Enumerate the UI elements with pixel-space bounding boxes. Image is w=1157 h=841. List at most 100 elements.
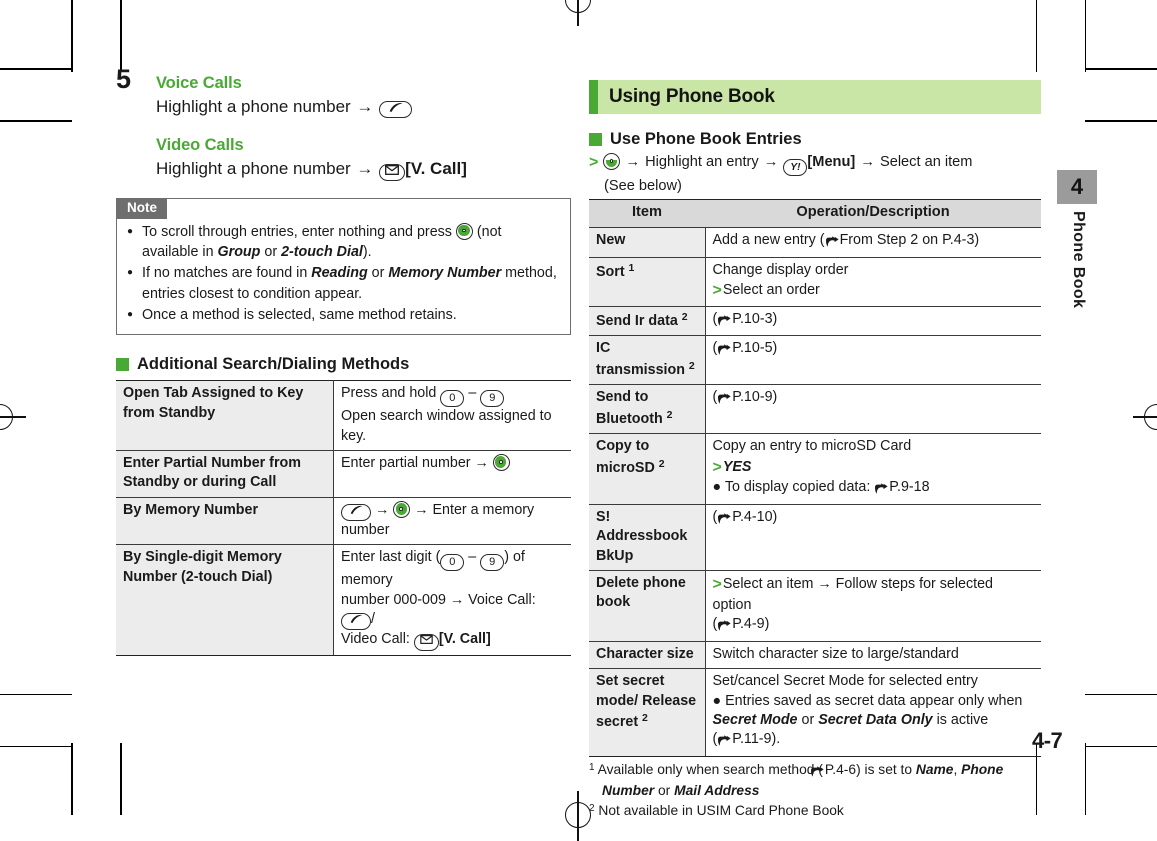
footnote-marker: 2 bbox=[663, 408, 673, 421]
video-calls-instruction: Highlight a phone number → [V. Call] bbox=[156, 157, 571, 182]
call-key-icon bbox=[341, 613, 371, 631]
menu-item-label: Sort bbox=[596, 263, 625, 280]
menu-description-cell: (P.10-9) bbox=[705, 384, 1041, 435]
menu-item-cell: Send Ir data 2 bbox=[589, 306, 706, 337]
method-description-cell: Press and hold 0 – 9 Open search window a… bbox=[333, 380, 571, 452]
video-calls-text: Highlight a phone number bbox=[156, 159, 351, 179]
table-row: By Single-digit Memory Number (2-touch D… bbox=[116, 544, 571, 657]
menu-description-cell: Add a new entry (From Step 2 on P.4-3) bbox=[705, 227, 1041, 258]
menu-item-label: Send to Bluetooth bbox=[596, 389, 663, 427]
page-reference-hand-icon bbox=[717, 617, 732, 636]
voice-calls-heading: Voice Calls bbox=[156, 74, 242, 92]
column-header-operation: Operation/Description bbox=[705, 199, 1041, 229]
menu-item-label: Send Ir data bbox=[596, 312, 678, 329]
voice-calls-text: Highlight a phone number bbox=[156, 97, 351, 117]
voice-calls-instruction: Highlight a phone number → bbox=[156, 95, 571, 120]
method-description-cell: → → Enter a memory number bbox=[333, 497, 571, 546]
note-box: Note To scroll through entries, enter no… bbox=[116, 197, 571, 336]
table-row: Character size Switch character size to l… bbox=[589, 641, 1041, 670]
description-line: → → Enter a memory number bbox=[341, 500, 564, 540]
emphasis-text: 2-touch Dial bbox=[281, 243, 363, 260]
text-run: Switch character size to large/standard bbox=[712, 645, 959, 662]
text-run: Add a new entry ( bbox=[712, 232, 825, 249]
table-row: Send to Bluetooth 2 (P.10-9) bbox=[589, 384, 1041, 435]
emphasis-text: Secret Data Only bbox=[818, 711, 933, 728]
menu-item-label: Copy to microSD bbox=[596, 438, 655, 476]
page-reference-hand-icon bbox=[718, 513, 731, 524]
page-reference-hand-icon bbox=[875, 483, 888, 495]
emphasis-text: Reading bbox=[311, 265, 368, 282]
page-reference-hand-icon bbox=[717, 510, 732, 529]
description-line: Secret Mode or Secret Data Only is activ… bbox=[713, 711, 1035, 730]
emphasis-text: Name bbox=[915, 761, 954, 777]
right-column: Using Phone Book Use Phone Book Entries … bbox=[589, 80, 1041, 822]
table-row: Enter Partial Number from Standby or dur… bbox=[116, 450, 571, 498]
mail-key-icon bbox=[413, 634, 439, 652]
additional-methods-heading: Additional Search/Dialing Methods bbox=[116, 355, 571, 374]
yahoo-menu-key-icon: Y! bbox=[783, 159, 808, 176]
table-row: Sort 1 Change display order >Select an ord… bbox=[589, 257, 1041, 307]
crop-mark-bottom-right-h2 bbox=[1085, 693, 1157, 695]
page-number: 4-7 bbox=[1032, 728, 1063, 753]
text-run: Open search window assigned to key. bbox=[341, 408, 552, 444]
crop-mark-top-left-h2 bbox=[0, 120, 72, 122]
text-run: P.11-9). bbox=[732, 731, 781, 748]
text-run: Press and hold bbox=[341, 385, 441, 402]
text-run: Available only when search method ( bbox=[597, 761, 823, 777]
video-calls-heading: Video Calls bbox=[156, 135, 244, 154]
page-reference-hand-icon bbox=[810, 766, 824, 777]
description-line: (P.11-9). bbox=[713, 730, 1035, 751]
text-run: number 000-009 → Voice Call: bbox=[341, 591, 536, 608]
text-run: – bbox=[464, 385, 481, 402]
emphasis-text: Group bbox=[217, 243, 261, 260]
footnote-marker: 1 bbox=[625, 261, 635, 274]
page-reference-hand-icon bbox=[718, 315, 731, 326]
description-line: ● Entries saved as secret data appear on… bbox=[713, 692, 1035, 711]
table-row: Copy to microSD 2 Copy an entry to microS… bbox=[589, 433, 1041, 505]
table-header-row: Item Operation/Description bbox=[589, 199, 1041, 229]
crop-mark-top-right-h bbox=[1085, 68, 1157, 70]
menu-item-cell: Character size bbox=[589, 641, 706, 670]
menu-softkey-label: [Menu] bbox=[807, 154, 856, 170]
text-run: To scroll through entries, enter nothing… bbox=[142, 223, 456, 240]
text-run: P.10-9) bbox=[732, 389, 778, 406]
menu-item-cell: S! Addressbook BkUp bbox=[589, 504, 706, 572]
menu-item-label: New bbox=[596, 232, 626, 249]
bold-text: [V. Call] bbox=[438, 631, 491, 648]
menu-description-cell: (P.4-10) bbox=[705, 504, 1041, 572]
footnote-marker: 1 bbox=[589, 761, 595, 773]
menu-item-label: Delete phone book bbox=[596, 575, 686, 611]
navigation-key-icon bbox=[393, 500, 411, 518]
table-row: IC transmission 2 (P.10-5) bbox=[589, 335, 1041, 386]
highlight-entry-text: Highlight an entry bbox=[645, 154, 759, 170]
numeric-key-0-icon: 0 bbox=[440, 554, 465, 572]
section-banner: Using Phone Book bbox=[589, 80, 1041, 114]
prompt-arrow: > bbox=[712, 458, 722, 476]
crop-mark-bottom-left-h bbox=[0, 745, 72, 747]
menu-item-cell: IC transmission 2 bbox=[589, 335, 706, 386]
description-line: >Select an order bbox=[713, 280, 1035, 302]
text-run: is active bbox=[932, 711, 989, 728]
banner-accent-bar bbox=[589, 80, 598, 114]
additional-methods-table: Open Tab Assigned to Key from Standby Pre… bbox=[116, 380, 571, 657]
page-reference-hand-icon bbox=[717, 732, 732, 751]
footnotes: 1 Available only when search method (P.4… bbox=[589, 760, 1041, 821]
step-number: 5 bbox=[116, 64, 132, 94]
page-reference-hand-icon bbox=[717, 390, 732, 409]
select-item-text: Select an item bbox=[879, 154, 973, 170]
footnote-marker: 2 bbox=[678, 310, 688, 323]
description-line: Video Call: [V. Call] bbox=[341, 630, 564, 652]
additional-methods-heading-text: Additional Search/Dialing Methods bbox=[137, 355, 410, 374]
page-reference-hand-icon bbox=[874, 480, 889, 499]
crop-mark-top-right-h2 bbox=[1085, 120, 1157, 122]
footnote-marker: 2 bbox=[639, 711, 648, 724]
page-reference-hand-icon bbox=[825, 236, 839, 248]
page-reference-hand-icon bbox=[718, 344, 731, 356]
table-row: Delete phone book >Select an item → Follo… bbox=[589, 570, 1041, 642]
menu-item-cell: Set secret mode/ Release secret 2 bbox=[589, 668, 706, 757]
text-run: P.10-5) bbox=[732, 340, 778, 357]
crop-mark-bottom-right-v bbox=[1084, 743, 1086, 815]
description-line: Enter last digit (0 – 9) of memory bbox=[341, 548, 564, 590]
description-line: Press and hold 0 – 9 bbox=[341, 384, 564, 408]
text-run: P.9-18 bbox=[889, 479, 930, 496]
